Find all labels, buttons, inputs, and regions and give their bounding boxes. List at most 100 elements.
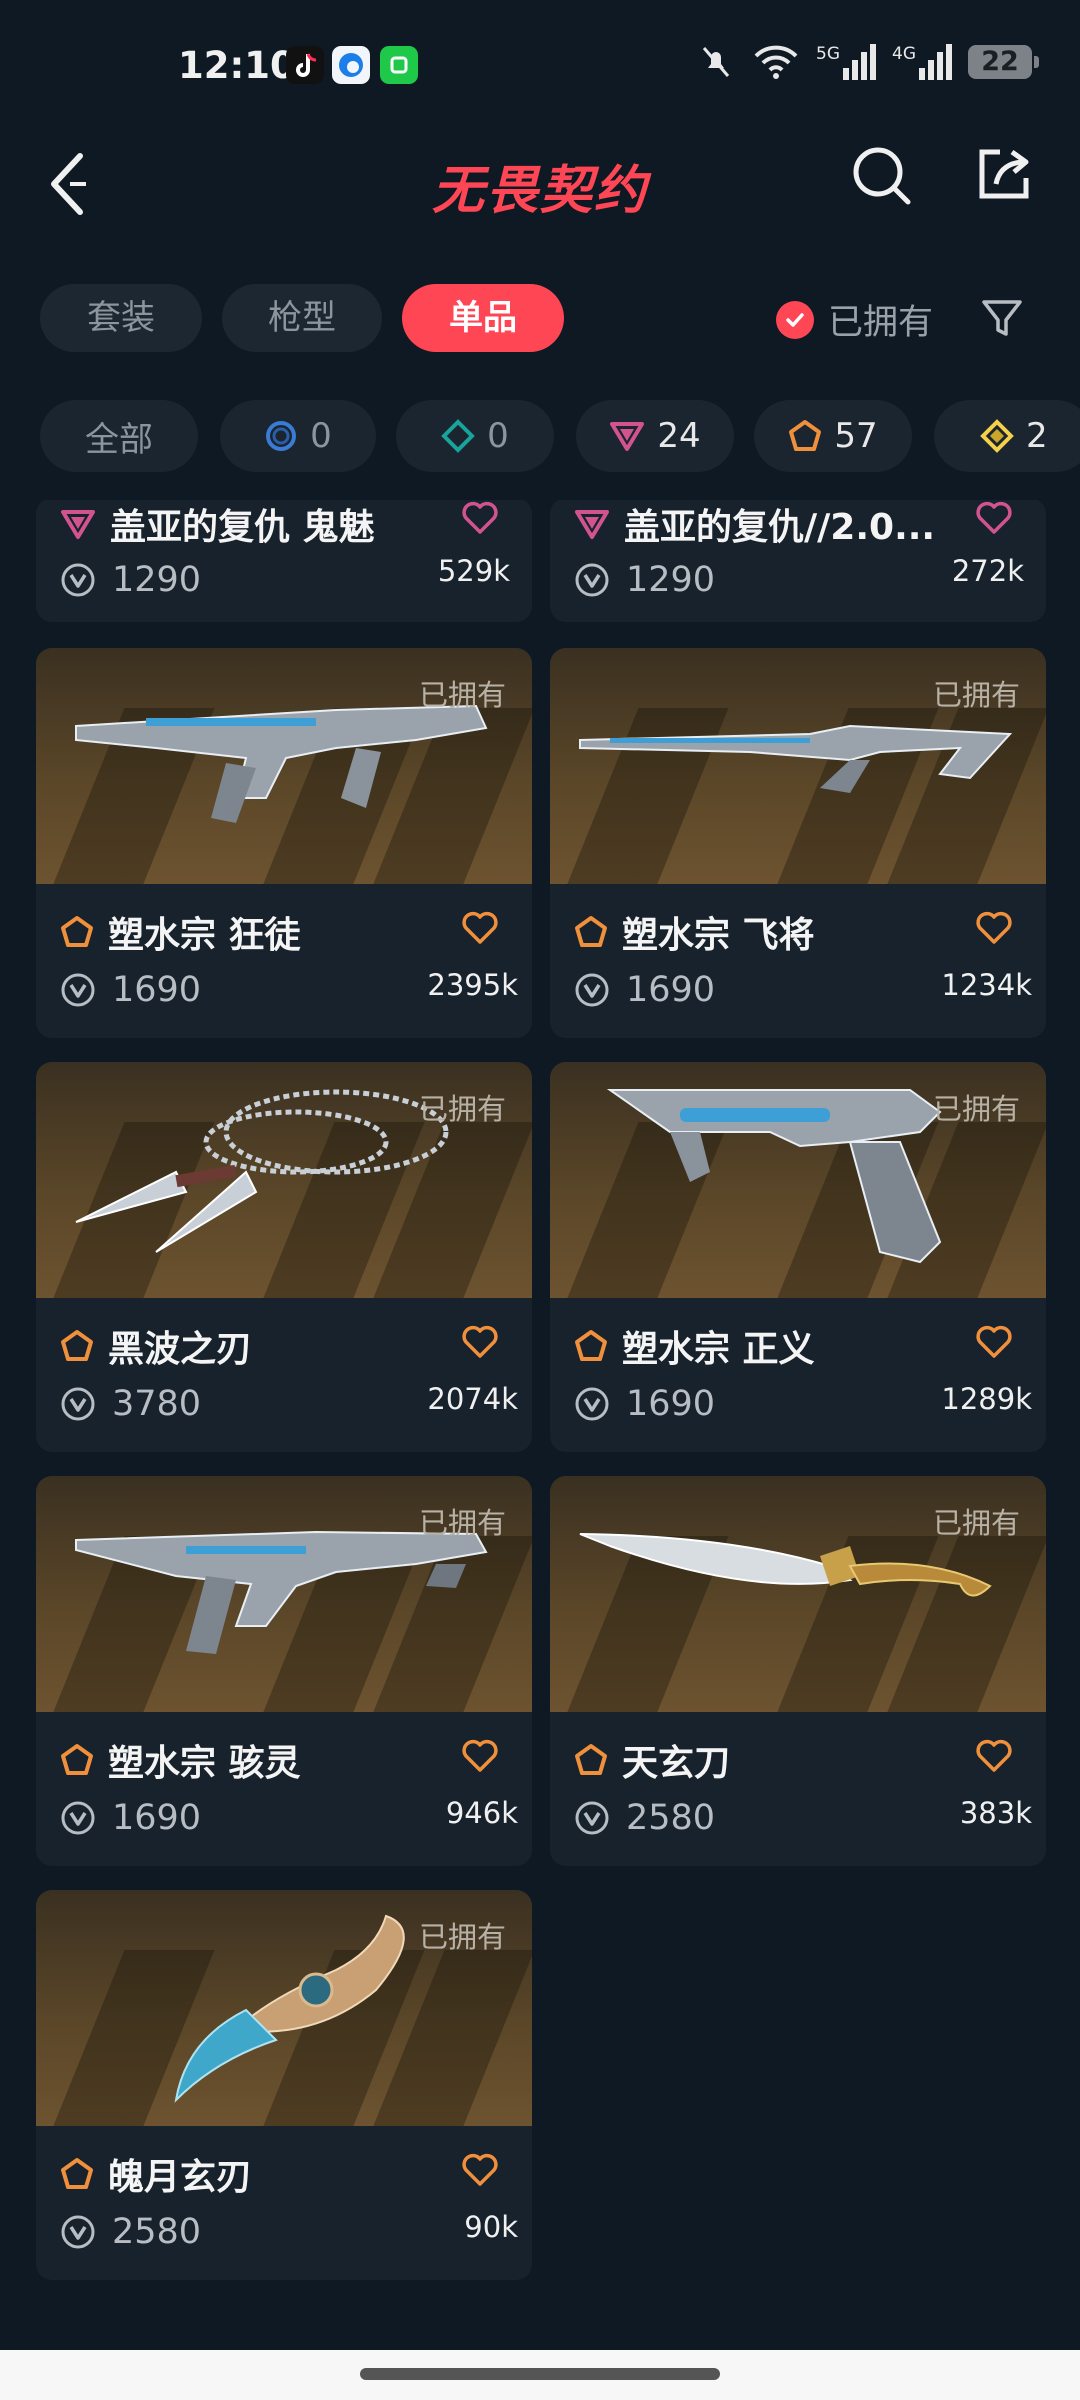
- item-name: 塑水宗 飞将: [622, 915, 815, 956]
- tab-weapon-types[interactable]: 枪型: [222, 284, 382, 352]
- wallet-app-icon: [380, 46, 418, 84]
- tiktok-app-icon: [286, 46, 324, 84]
- item-image: 已拥有: [550, 648, 1046, 884]
- heart-icon[interactable]: [460, 1322, 500, 1362]
- heart-icon[interactable]: [974, 500, 1014, 538]
- tier-count: 57: [834, 416, 878, 456]
- owned-filter-label: 已拥有: [828, 303, 934, 343]
- item-price: 1690: [626, 970, 716, 1010]
- deluxe-tier-icon: [441, 419, 476, 453]
- item-likes: 946k: [445, 1796, 518, 1830]
- system-nav-bar: [0, 2350, 1080, 2400]
- mute-icon: [702, 47, 730, 77]
- tier-filter-premium[interactable]: 24: [576, 400, 734, 472]
- item-card[interactable]: 盖亚的复仇//2.0... 1290 272k: [550, 500, 1046, 622]
- item-name: 天玄刀: [622, 1743, 731, 1784]
- item-card[interactable]: 已拥有 塑水宗 飞将 1690 1234k: [550, 648, 1046, 1038]
- wifi-icon: [754, 45, 798, 79]
- vp-currency-icon: [61, 2215, 95, 2249]
- exclusive-tier-icon: [61, 916, 93, 947]
- exclusive-tier-icon: [789, 420, 822, 451]
- premium-tier-icon: [610, 422, 645, 451]
- vp-currency-icon: [61, 1387, 95, 1421]
- item-card[interactable]: 已拥有 塑水宗 正义 1690 1289k: [550, 1062, 1046, 1452]
- vp-currency-icon: [61, 563, 95, 597]
- item-likes: 2074k: [427, 1382, 518, 1416]
- item-name: 盖亚的复仇 鬼魅: [110, 507, 375, 548]
- item-card[interactable]: 已拥有 塑水宗 骇灵 1690 946k: [36, 1476, 532, 1866]
- home-gesture-handle[interactable]: [360, 2368, 720, 2380]
- signal-5g-icon: 5G: [816, 44, 876, 80]
- tier-count: 0: [487, 416, 509, 456]
- battery-indicator: 22: [968, 45, 1039, 79]
- item-image: 已拥有: [36, 1890, 532, 2126]
- tab-bundles[interactable]: 套装: [40, 284, 202, 352]
- item-image: 已拥有: [550, 1476, 1046, 1712]
- item-price: 3780: [112, 1384, 202, 1424]
- status-time: 12:10: [178, 44, 296, 87]
- signal-4g-icon: 4G: [892, 44, 952, 80]
- tier-filter-select[interactable]: 0: [220, 400, 376, 472]
- owned-tag: 已拥有: [418, 1092, 506, 1126]
- filter-button[interactable]: [980, 296, 1024, 340]
- owned-tag: 已拥有: [932, 1092, 1020, 1126]
- vp-currency-icon: [61, 1801, 95, 1835]
- heart-icon[interactable]: [974, 1736, 1014, 1776]
- tier-count: 2: [1026, 416, 1048, 456]
- item-image: 已拥有: [36, 1476, 532, 1712]
- item-price: 1690: [626, 1384, 716, 1424]
- item-likes: 383k: [959, 1796, 1032, 1830]
- tier-filter-label: 全部: [85, 419, 153, 460]
- share-button[interactable]: [974, 144, 1034, 204]
- exclusive-tier-icon: [61, 1744, 93, 1775]
- owned-filter-toggle[interactable]: 已拥有: [776, 294, 933, 345]
- owned-tag: 已拥有: [418, 1506, 506, 1540]
- tier-filter-row: 全部 0 0 24 57 2: [0, 400, 1080, 472]
- item-name: 魄月玄刃: [108, 2157, 253, 2198]
- vp-currency-icon: [575, 973, 609, 1007]
- item-card[interactable]: 盖亚的复仇 鬼魅 1290 529k: [36, 500, 532, 622]
- tier-filter-exclusive[interactable]: 57: [754, 400, 912, 472]
- item-card[interactable]: 已拥有 塑水宗 狂徒 1690 2395k: [36, 648, 532, 1038]
- heart-icon[interactable]: [460, 1736, 500, 1776]
- premium-tier-icon: [61, 510, 95, 539]
- item-image: 已拥有: [36, 1062, 532, 1298]
- app-header: 无畏契约: [0, 130, 1080, 270]
- tier-filter-ultra[interactable]: 2: [934, 400, 1080, 472]
- item-image: 已拥有: [550, 1062, 1046, 1298]
- heart-icon[interactable]: [460, 2150, 500, 2190]
- item-likes: 1289k: [941, 1382, 1032, 1416]
- heart-icon[interactable]: [460, 500, 500, 538]
- item-price: 1290: [112, 560, 202, 600]
- heart-icon[interactable]: [974, 908, 1014, 948]
- status-indicators: 5G 4G 22: [696, 42, 1039, 82]
- item-likes: 272k: [951, 554, 1024, 588]
- exclusive-tier-icon: [575, 1744, 607, 1775]
- item-grid: 盖亚的复仇 鬼魅 1290 529k 盖亚的复仇//2.0... 1290 27…: [0, 500, 1080, 2350]
- premium-tier-icon: [575, 510, 609, 539]
- item-likes: 1234k: [941, 968, 1032, 1002]
- item-image: 已拥有: [36, 648, 532, 884]
- exclusive-tier-icon: [61, 1330, 93, 1361]
- vp-currency-icon: [575, 1801, 609, 1835]
- heart-icon[interactable]: [974, 1322, 1014, 1362]
- owned-tag: 已拥有: [418, 1920, 506, 1954]
- item-likes: 2395k: [427, 968, 518, 1002]
- page-title: 无畏契约: [431, 161, 648, 221]
- vp-currency-icon: [575, 1387, 609, 1421]
- tier-filter-deluxe[interactable]: 0: [396, 400, 554, 472]
- tier-filter-all[interactable]: 全部: [40, 400, 198, 472]
- item-likes: 90k: [464, 2210, 518, 2244]
- item-card[interactable]: 已拥有 黑波之刃 3780 2074k: [36, 1062, 532, 1452]
- item-name: 塑水宗 骇灵: [108, 1743, 301, 1784]
- item-card[interactable]: 已拥有 天玄刀 2580 383k: [550, 1476, 1046, 1866]
- search-button[interactable]: [850, 144, 914, 208]
- item-name: 塑水宗 狂徒: [108, 915, 301, 956]
- heart-icon[interactable]: [460, 908, 500, 948]
- tier-count: 0: [310, 416, 332, 456]
- item-likes: 529k: [437, 554, 510, 588]
- search-icon: [853, 147, 911, 205]
- vp-currency-icon: [61, 973, 95, 1007]
- tab-single-items[interactable]: 单品: [402, 284, 564, 352]
- item-card[interactable]: 已拥有 魄月玄刃 2580 90k: [36, 1890, 532, 2280]
